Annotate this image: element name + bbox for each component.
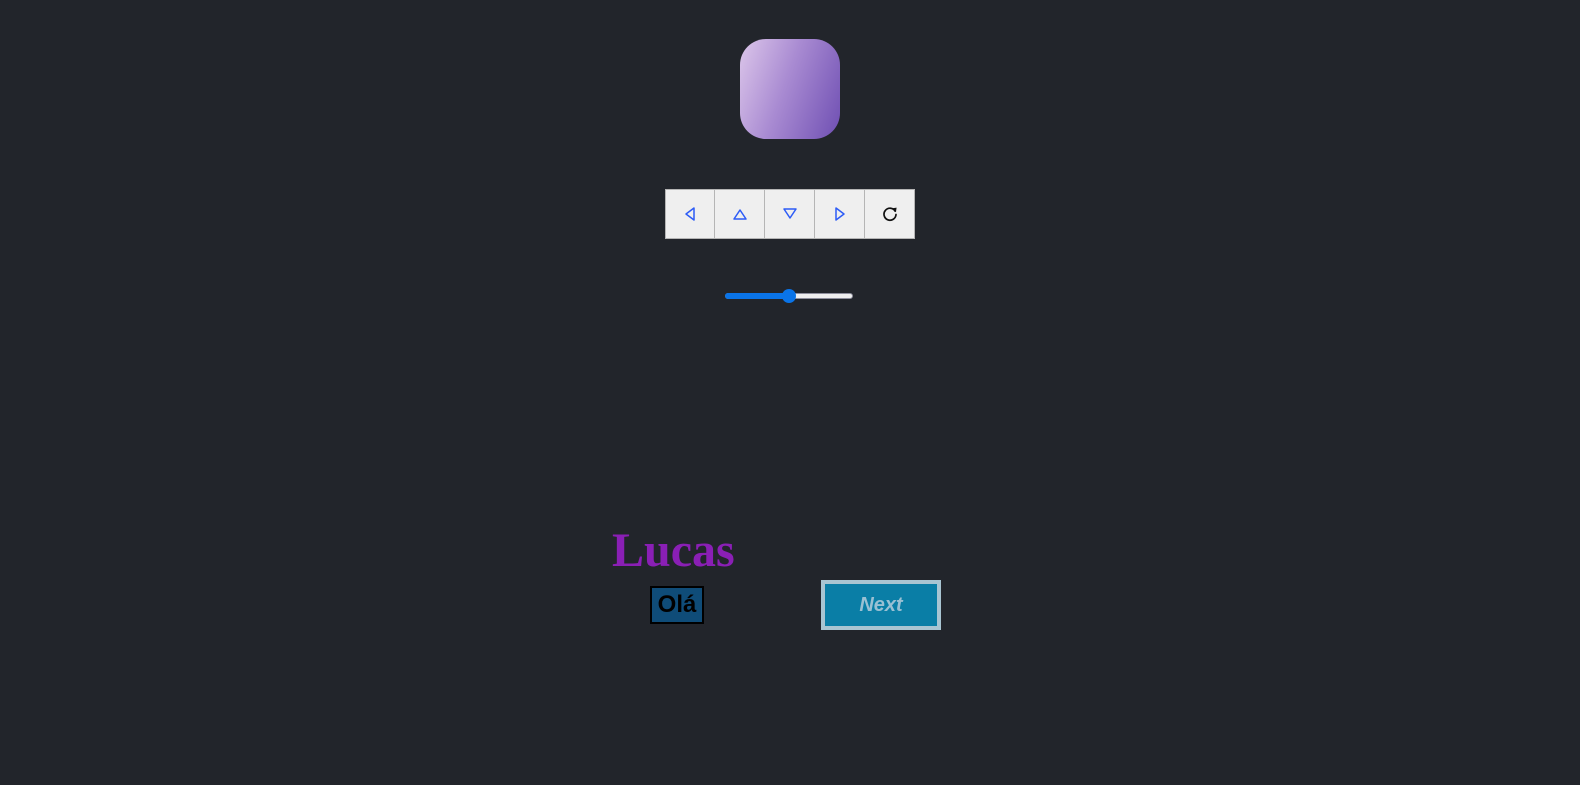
movement-controls xyxy=(665,189,915,239)
move-left-button[interactable] xyxy=(665,189,715,239)
range-slider[interactable] xyxy=(725,288,853,304)
triangle-left-icon xyxy=(685,207,695,221)
greeting-label: Olá xyxy=(650,586,704,624)
slider-thumb[interactable] xyxy=(782,289,796,303)
triangle-up-icon xyxy=(732,209,747,220)
move-right-button[interactable] xyxy=(815,189,865,239)
refresh-icon xyxy=(882,207,897,221)
page: Lucas Olá Next xyxy=(0,0,1580,785)
gradient-shape xyxy=(740,39,840,139)
triangle-right-icon xyxy=(834,207,845,221)
triangle-down-icon xyxy=(782,208,797,219)
slider-fill xyxy=(725,293,789,299)
user-name: Lucas xyxy=(612,524,735,577)
reset-button[interactable] xyxy=(865,189,915,239)
move-down-button[interactable] xyxy=(765,189,815,239)
move-up-button[interactable] xyxy=(715,189,765,239)
next-button[interactable]: Next xyxy=(821,580,941,630)
